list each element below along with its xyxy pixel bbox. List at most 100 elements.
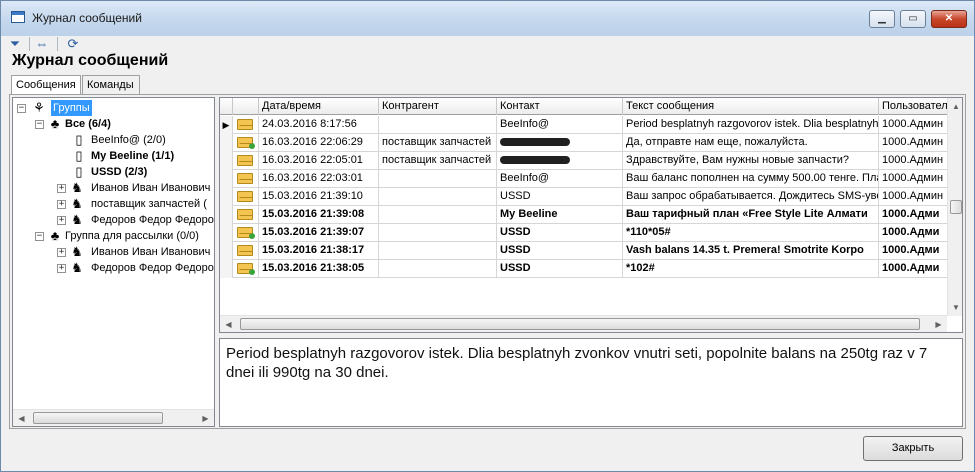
cell-contact-text: BeeInfo@ <box>500 172 550 184</box>
column-header-type[interactable] <box>233 98 259 115</box>
expand-icon[interactable]: + <box>57 264 66 273</box>
collapse-icon[interactable]: − <box>35 232 44 241</box>
cell-text-text: *102# <box>626 262 655 274</box>
tree-item-label: USSD (2/3) <box>91 166 148 178</box>
incoming-message-icon <box>237 155 253 166</box>
row-selector[interactable] <box>220 242 233 260</box>
row-selector[interactable] <box>220 224 233 242</box>
group-icon: ♣ <box>50 116 60 131</box>
incoming-message-icon <box>237 209 253 220</box>
messages-grid[interactable]: Дата/время Контрагент Контакт Текст сооб… <box>219 97 963 333</box>
close-window-button[interactable]: ✕ <box>931 10 967 28</box>
scroll-down-icon[interactable]: ▼ <box>948 299 962 316</box>
grid-horizontal-scrollbar[interactable]: ◀ ▶ <box>220 315 947 332</box>
cell-text-text: Ваш баланс пополнен на сумму 500.00 тенг… <box>626 172 879 184</box>
table-row[interactable]: 16.03.2016 22:03:01 BeeInfo@ Ваш баланс по… <box>220 170 947 188</box>
app-window-icon <box>11 11 25 23</box>
tree-item-label: Федоров Федор Федоров <box>91 214 215 226</box>
scroll-left-icon[interactable]: ◀ <box>13 410 30 426</box>
close-icon: ✕ <box>944 13 954 24</box>
filter-icon[interactable]: ⏷ <box>7 36 23 52</box>
cell-text: Ваш баланс пополнен на сумму 500.00 тенг… <box>623 170 879 188</box>
column-header-indicator <box>220 98 233 115</box>
maximize-button[interactable]: ▭ <box>900 10 926 28</box>
row-selector[interactable] <box>220 134 233 152</box>
table-row[interactable]: 16.03.2016 22:05:01 поставщик запчастей Зд… <box>220 152 947 170</box>
phone-icon: ▯ <box>75 132 83 147</box>
table-row[interactable]: 15.03.2016 21:39:10 USSD Ваш запрос обраба… <box>220 188 947 206</box>
expand-icon[interactable]: + <box>57 248 66 257</box>
table-row[interactable]: 15.03.2016 21:38:17 USSD Vash balans 14.35… <box>220 242 947 260</box>
grid-header: Дата/время Контрагент Контакт Текст сооб… <box>220 98 947 115</box>
cell-type <box>233 260 259 278</box>
scroll-up-icon[interactable]: ▲ <box>948 98 962 115</box>
cell-party <box>379 116 497 134</box>
cell-text-text: Да, отправте нам еще, пожалуйста. <box>626 136 808 148</box>
table-row[interactable]: 15.03.2016 21:39:07 USSD *110*05# 1000.Адми <box>220 224 947 242</box>
cell-contact: BeeInfo@ <box>497 170 623 188</box>
grid-vertical-scrollbar[interactable]: ▲ ▼ <box>947 98 962 316</box>
table-row[interactable]: 15.03.2016 21:39:08 My Beeline Ваш тарифны… <box>220 206 947 224</box>
cell-contact-text: USSD <box>500 262 531 274</box>
cell-user-text: 1000.Адми <box>882 244 940 256</box>
column-header-party[interactable]: Контрагент <box>379 98 497 115</box>
minimize-button[interactable]: ▁ <box>869 10 895 28</box>
row-selector[interactable] <box>220 188 233 206</box>
contact-icon: ♞ <box>71 212 83 227</box>
cell-type <box>233 116 259 134</box>
cell-contact: My Beeline <box>497 206 623 224</box>
cell-date: 16.03.2016 22:05:01 <box>259 152 379 170</box>
message-preview[interactable]: Period besplatnyh razgovorov istek. Dlia… <box>219 338 963 427</box>
contact-icon: ♞ <box>71 196 83 211</box>
column-header-date[interactable]: Дата/время <box>259 98 379 115</box>
table-row[interactable]: ▶ 24.03.2016 8:17:56 BeeInfo@ Period bespla… <box>220 116 947 134</box>
scrollbar-thumb[interactable] <box>950 200 962 214</box>
current-row-indicator-icon[interactable]: ▶ <box>220 116 233 134</box>
refresh-icon[interactable]: ⟳ <box>65 36 81 52</box>
close-button[interactable]: Закрыть <box>863 436 963 461</box>
cell-party: поставщик запчастей <box>379 134 497 152</box>
column-header-user[interactable]: Пользовател <box>879 98 947 115</box>
title-bar[interactable]: Журнал сообщений ▁ ▭ ✕ <box>1 1 974 36</box>
column-header-contact[interactable]: Контакт <box>497 98 623 115</box>
groups-tree[interactable]: − ⚘ Группы − ♣ Все (6/4) ▯ BeeInfo@ (2/0… <box>12 97 215 427</box>
tree-horizontal-scrollbar[interactable]: ◀ ▶ <box>13 409 214 426</box>
scroll-left-icon[interactable]: ◀ <box>220 316 237 332</box>
tab-commands[interactable]: Команды <box>82 75 140 95</box>
scrollbar-thumb[interactable] <box>33 412 163 424</box>
collapse-icon[interactable]: − <box>17 104 26 113</box>
expand-icon[interactable]: + <box>57 184 66 193</box>
cell-type <box>233 242 259 260</box>
table-row[interactable]: 15.03.2016 21:38:05 USSD *102# 1000.Адми <box>220 260 947 278</box>
cell-contact: USSD <box>497 224 623 242</box>
page-title: Журнал сообщений <box>12 52 169 69</box>
cell-date: 15.03.2016 21:39:10 <box>259 188 379 206</box>
collapse-icon[interactable]: − <box>35 120 44 129</box>
row-selector[interactable] <box>220 206 233 224</box>
scrollbar-thumb[interactable] <box>240 318 920 330</box>
tab-messages[interactable]: Сообщения <box>11 75 81 96</box>
cell-user-text: 1000.Админ <box>882 154 944 166</box>
table-row[interactable]: 16.03.2016 22:06:29 поставщик запчастей Да… <box>220 134 947 152</box>
cell-text: *110*05# <box>623 224 879 242</box>
row-selector[interactable] <box>220 260 233 278</box>
expand-icon[interactable]: + <box>57 216 66 225</box>
incoming-message-icon <box>237 173 253 184</box>
scroll-right-icon[interactable]: ▶ <box>197 410 214 426</box>
row-selector[interactable] <box>220 152 233 170</box>
tree-item-label: Федоров Федор Федоров <box>91 262 215 274</box>
swap-arrows-icon[interactable]: ⇔ <box>34 36 50 52</box>
scroll-right-icon[interactable]: ▶ <box>930 316 947 332</box>
tree-item-label: My Beeline (1/1) <box>91 150 175 162</box>
phone-icon: ▯ <box>75 164 83 179</box>
redacted-contact <box>500 138 570 147</box>
cell-text: Ваш тарифный план «Free Style Lite Алмат… <box>623 206 879 224</box>
cell-date-text: 15.03.2016 21:38:05 <box>262 262 365 274</box>
cell-type <box>233 170 259 188</box>
cell-date: 15.03.2016 21:39:08 <box>259 206 379 224</box>
cell-date-text: 15.03.2016 21:38:17 <box>262 244 365 256</box>
cell-text-text: *110*05# <box>626 226 671 238</box>
column-header-text[interactable]: Текст сообщения <box>623 98 879 115</box>
expand-icon[interactable]: + <box>57 200 66 209</box>
row-selector[interactable] <box>220 170 233 188</box>
